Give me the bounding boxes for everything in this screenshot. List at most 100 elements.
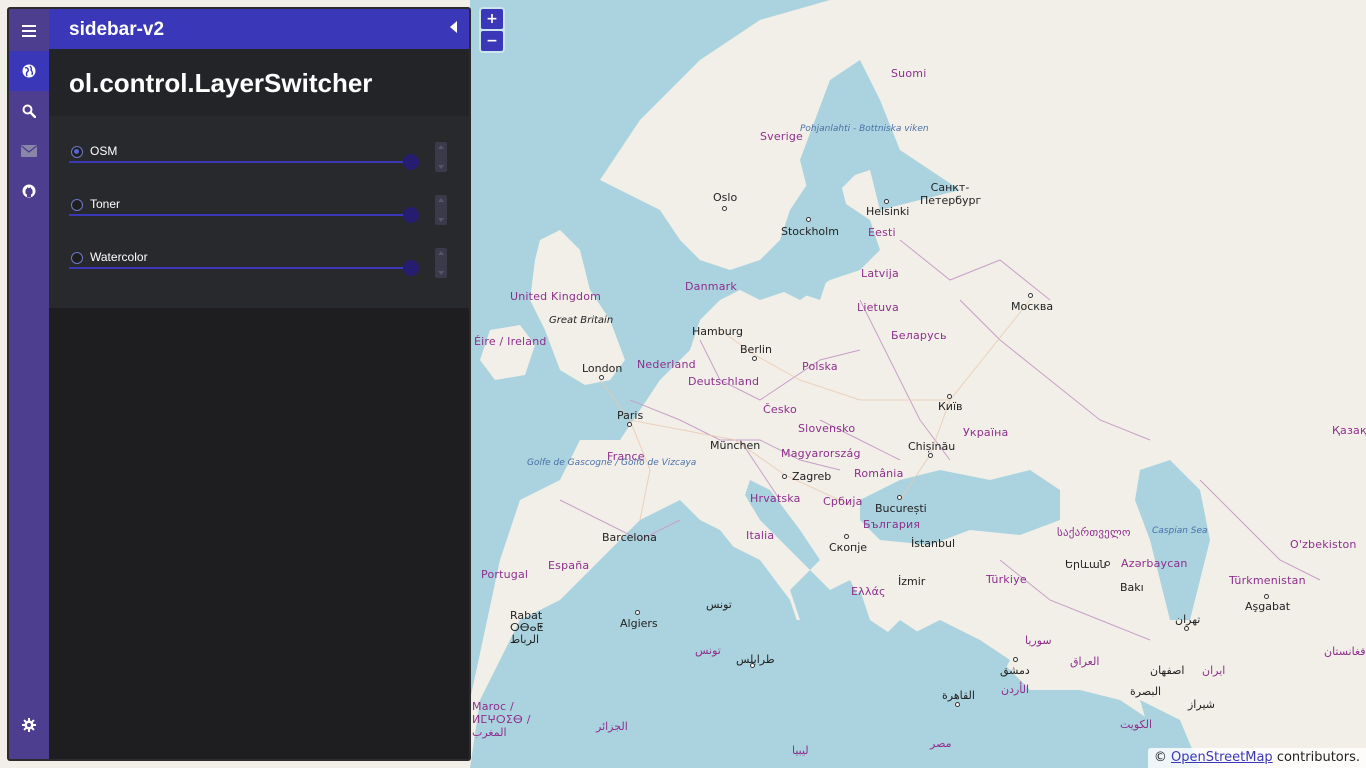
menu-icon: [22, 25, 36, 37]
label-portugal: Portugal: [481, 568, 529, 581]
drag-handle-icon[interactable]: [435, 248, 447, 278]
drag-handle-icon[interactable]: [435, 142, 447, 172]
label-ashgabat: Aşgabat: [1245, 600, 1291, 613]
label-stockholm: Stockholm: [781, 225, 839, 238]
collapse-caret-icon[interactable]: [450, 21, 457, 33]
tab-messages[interactable]: [9, 131, 49, 171]
zoom-in-button[interactable]: +: [481, 9, 503, 29]
label-great-britain: Great Britain: [549, 315, 614, 326]
tab-search[interactable]: [9, 91, 49, 131]
label-paris: Paris: [617, 409, 644, 422]
label-skopje: Скопје: [829, 541, 868, 554]
dot-damascus: [1013, 657, 1018, 662]
label-romania: România: [854, 467, 904, 480]
sidebar-tabs: [9, 9, 49, 759]
dot-stockholm: [806, 217, 811, 222]
zoom-control: + −: [479, 7, 505, 53]
label-tehran: تهران: [1175, 613, 1201, 626]
dot-zagreb: [782, 474, 787, 479]
dot-kyiv: [947, 394, 952, 399]
label-turkmenistan: Türkmenistan: [1229, 574, 1306, 587]
label-iran: ایران: [1202, 664, 1226, 677]
tab-settings[interactable]: [9, 705, 49, 745]
label-baku: Bakı: [1120, 581, 1144, 594]
label-egypt: مصر: [930, 737, 952, 750]
label-magyarorszag: Magyarország: [781, 447, 861, 460]
opacity-slider-track[interactable]: [69, 161, 419, 163]
label-azerbaycan: Azərbaycan: [1121, 557, 1188, 570]
label-istanbul: İstanbul: [911, 537, 956, 550]
dot-cairo: [955, 702, 960, 707]
label-bothnia: Pohjanlahti - Bottniska viken: [800, 124, 929, 134]
label-damascus: دمشق: [1000, 664, 1030, 677]
dot-ashgabat: [1264, 594, 1269, 599]
gear-icon: [22, 718, 36, 732]
tab-github[interactable]: [9, 171, 49, 211]
github-icon: [22, 184, 36, 198]
osm-link[interactable]: OpenStreetMap: [1171, 750, 1273, 765]
label-caspian: Caspian Sea: [1152, 526, 1208, 536]
opacity-slider-thumb[interactable]: [403, 260, 419, 276]
label-sverige: Sverige: [760, 130, 803, 143]
label-bucuresti: București: [875, 502, 927, 515]
label-hrvatska: Hrvatska: [750, 492, 801, 505]
label-chisinau: Chișinău: [908, 440, 956, 453]
pane-header: sidebar-v2: [49, 9, 469, 49]
label-afghan: افغانستان: [1324, 645, 1366, 658]
label-danmark: Danmark: [685, 280, 737, 293]
tab-menu[interactable]: [9, 11, 49, 51]
opacity-slider-track[interactable]: [69, 267, 419, 269]
label-rabat: Rabat ⵔⴱⴰⵟ الرباط: [510, 609, 544, 646]
label-spb: Санкт-Петербург: [920, 181, 982, 207]
label-ozbekiston: O'zbekiston: [1290, 538, 1357, 551]
attribution-suffix: contributors.: [1276, 750, 1360, 765]
tab-layers[interactable]: [9, 51, 49, 91]
label-london: London: [582, 362, 623, 375]
dot-helsinki: [884, 199, 889, 204]
sidebar-title: sidebar-v2: [69, 19, 165, 40]
label-tunisia: تونس: [695, 644, 721, 657]
label-shiraz: شیراز: [1188, 698, 1215, 711]
label-cesko: Česko: [763, 403, 797, 416]
dot-skopje: [844, 534, 849, 539]
layer-name: Toner: [90, 197, 121, 211]
sidebar: sidebar-v2 ol.control.LayerSwitcher OSM …: [7, 7, 471, 761]
attribution: © OpenStreetMap contributors.: [1147, 748, 1366, 768]
label-kazakh: Қазақ: [1332, 424, 1366, 437]
layer-radio-osm[interactable]: [71, 146, 83, 158]
label-srbija: Србија: [823, 495, 863, 508]
label-italia: Italia: [746, 529, 775, 542]
label-morocco: Maroc / ⵍⵎⵖⵔⵉⴱ / المغرب: [472, 700, 531, 739]
dot-london: [599, 375, 604, 380]
dot-algiers: [635, 610, 640, 615]
drag-handle-icon[interactable]: [435, 195, 447, 225]
layer-name: OSM: [90, 144, 118, 158]
label-belarus: Беларусь: [891, 329, 947, 342]
dot-bucuresti: [897, 495, 902, 500]
opacity-slider-thumb[interactable]: [403, 207, 419, 223]
opacity-slider-track[interactable]: [69, 214, 419, 216]
layer-name: Watercolor: [90, 250, 148, 264]
label-ellas: Ελλάς: [851, 585, 886, 598]
opacity-slider-thumb[interactable]: [403, 154, 419, 170]
layer-radio-watercolor[interactable]: [71, 252, 83, 264]
label-iraq: العراق: [1070, 655, 1100, 668]
dot-oslo: [722, 206, 727, 211]
label-latvija: Latvija: [861, 267, 899, 280]
copyright-symbol: ©: [1153, 750, 1167, 765]
label-libya: ليبيا: [792, 744, 809, 757]
dot-moskva: [1028, 293, 1033, 298]
label-kuwait: الكويت: [1120, 718, 1153, 731]
dot-paris: [627, 422, 632, 427]
sidebar-pane: sidebar-v2 ol.control.LayerSwitcher OSM …: [49, 9, 469, 759]
label-cairo: القاهرة: [942, 689, 975, 702]
dot-tripoli: [750, 663, 755, 668]
dot-yerevan: [1105, 561, 1110, 566]
envelope-icon: [21, 145, 37, 157]
label-deutschland: Deutschland: [688, 375, 760, 388]
zoom-out-button[interactable]: −: [481, 31, 503, 51]
label-barcelona: Barcelona: [602, 531, 657, 544]
layer-radio-toner[interactable]: [71, 199, 83, 211]
dot-berlin: [752, 356, 757, 361]
label-oslo: Oslo: [713, 191, 738, 204]
